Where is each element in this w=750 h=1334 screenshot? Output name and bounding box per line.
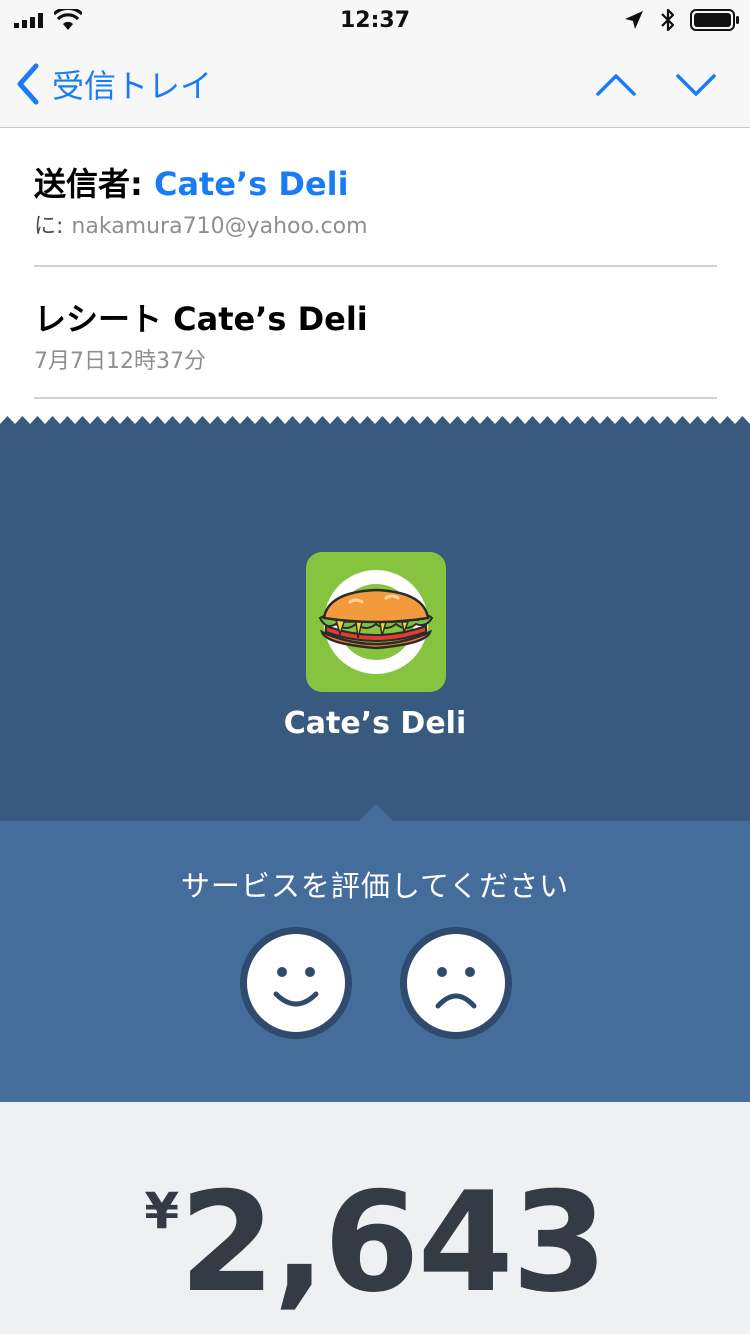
total-amount: ¥2,643	[0, 1162, 750, 1323]
chevron-left-icon	[17, 63, 39, 105]
currency-symbol: ¥	[144, 1182, 180, 1240]
frowning-face-icon	[435, 967, 477, 1009]
previous-message-chevron-up-icon[interactable]	[590, 64, 642, 104]
divider	[34, 265, 717, 267]
merchant-name: Cate’s Deli	[283, 706, 467, 741]
back-button-label: 受信トレイ	[52, 67, 213, 105]
sender-line: 送信者: Cate’s Deli	[34, 159, 349, 205]
amount-section: ¥2,643	[0, 1102, 750, 1334]
status-bar: 12:37	[0, 0, 750, 40]
rating-notch	[358, 804, 394, 822]
amount-value: 2,643	[179, 1162, 608, 1323]
merchant-logo	[306, 552, 446, 692]
merchant-section: Cate’s Deli	[0, 424, 750, 822]
rating-prompt: サービスを評価してください	[180, 869, 570, 903]
sender-name-link[interactable]: Cate’s Deli	[154, 165, 349, 203]
back-button[interactable]: 受信トレイ	[14, 60, 212, 108]
rate-bad-button[interactable]	[400, 927, 512, 1039]
location-arrow-icon	[625, 11, 643, 29]
divider	[34, 397, 717, 399]
sandwich-icon	[318, 570, 434, 674]
battery-icon	[690, 9, 739, 31]
smiley-face-icon	[273, 967, 319, 1007]
nav-bar: 受信トレイ	[0, 40, 750, 128]
sender-label: 送信者:	[34, 165, 143, 203]
mail-subject: レシート Cate’s Deli	[34, 300, 368, 338]
rating-section: サービスを評価してください	[0, 804, 750, 1102]
next-message-chevron-down-icon[interactable]	[670, 64, 722, 104]
bluetooth-icon	[661, 8, 675, 32]
recipient-line: に: nakamura710@yahoo.com	[34, 208, 368, 240]
mail-date: 7月7日12時37分	[34, 349, 206, 374]
rate-good-button[interactable]	[240, 927, 352, 1039]
recipient-address[interactable]: nakamura710@yahoo.com	[71, 214, 367, 239]
mail-header: 送信者: Cate’s Deli に: nakamura710@yahoo.com…	[0, 129, 750, 419]
recipient-label: に:	[34, 214, 64, 239]
